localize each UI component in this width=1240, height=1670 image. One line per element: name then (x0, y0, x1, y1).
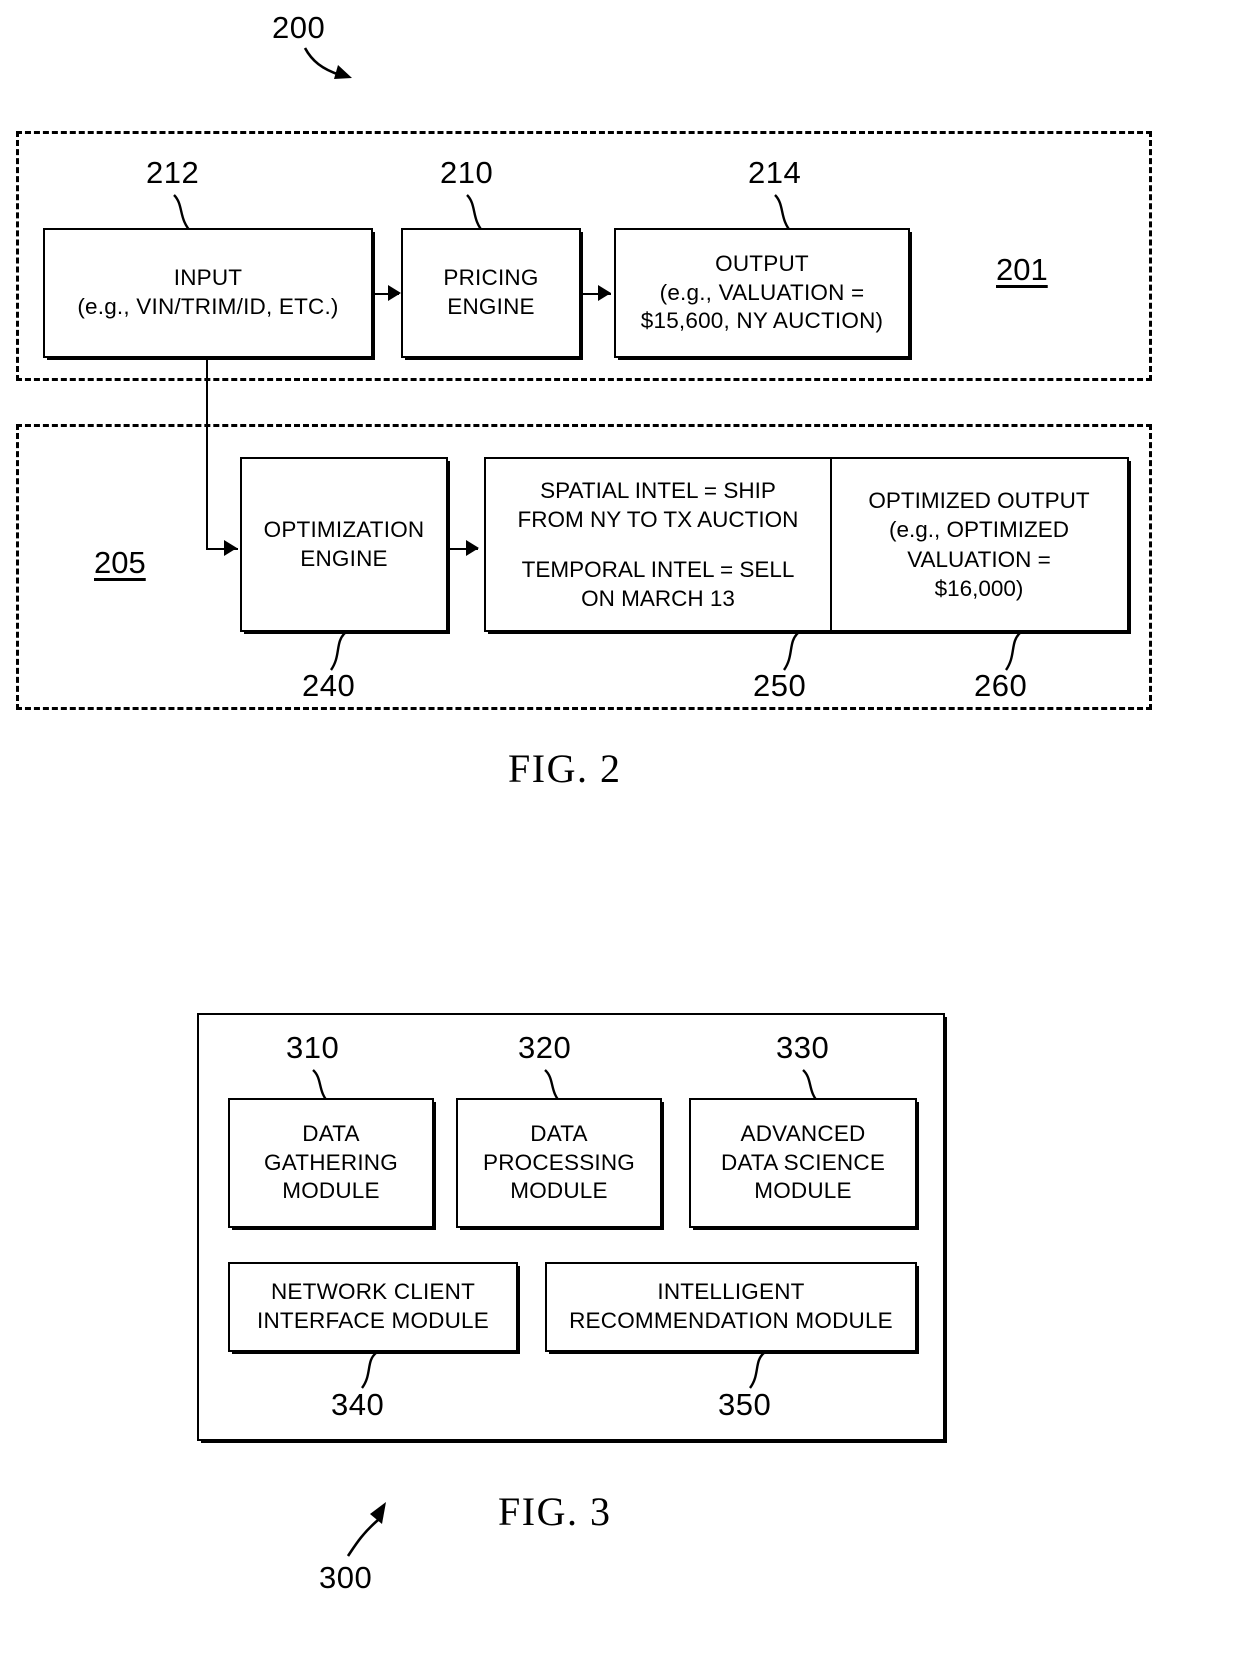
data-processing-line-3: MODULE (510, 1178, 608, 1204)
numeral-200: 200 (272, 10, 326, 45)
lead-line-350 (749, 1352, 765, 1389)
optimized-output-block[interactable]: OPTIMIZED OUTPUT (e.g., OPTIMIZED VALUAT… (832, 459, 1126, 630)
network-client-interface-line-2: INTERFACE MODULE (257, 1308, 489, 1333)
lead-line-300 (346, 1502, 386, 1557)
patent-drawing-sheet: 200 201 212 210 214 INPUT (e.g., VIN/TRI… (0, 0, 1240, 1670)
intelligent-recommendation-line-2: RECOMMENDATION MODULE (569, 1308, 893, 1333)
optimized-output-line-2: (e.g., OPTIMIZED (888, 517, 1070, 543)
intelligent-recommendation-line-1: INTELLIGENT (657, 1279, 805, 1305)
data-processing-module[interactable]: DATA PROCESSING MODULE (456, 1098, 662, 1228)
lead-line-260 (1004, 632, 1021, 671)
optimized-output-line-3: VALUATION = (907, 546, 1051, 572)
numeral-340: 340 (331, 1387, 385, 1422)
data-gathering-module[interactable]: DATA GATHERING MODULE (228, 1098, 434, 1228)
advanced-data-science-line-2: DATA SCIENCE (720, 1149, 886, 1175)
intel-and-optimized-output-block: SPATIAL INTEL = SHIP FROM NY TO TX AUCTI… (484, 457, 1129, 632)
lead-line-250 (782, 632, 799, 671)
output-block-line-2: (e.g., VALUATION = (659, 279, 865, 305)
advanced-data-science-module[interactable]: ADVANCED DATA SCIENCE MODULE (689, 1098, 917, 1228)
advanced-data-science-line-3: MODULE (754, 1178, 852, 1204)
optimization-engine-line-1: OPTIMIZATION (263, 516, 425, 542)
intel-spatial-line-1: SPATIAL INTEL = SHIP (540, 478, 776, 503)
input-block-line-2: (e.g., VIN/TRIM/ID, ETC.) (77, 294, 339, 319)
network-client-interface-module[interactable]: NETWORK CLIENT INTERFACE MODULE (228, 1262, 518, 1352)
numeral-320: 320 (518, 1030, 572, 1065)
data-gathering-line-2: GATHERING (264, 1149, 398, 1175)
numeral-201: 201 (996, 252, 1048, 287)
intelligent-recommendation-module[interactable]: INTELLIGENT RECOMMENDATION MODULE (545, 1262, 917, 1352)
numeral-260: 260 (974, 668, 1028, 703)
input-block[interactable]: INPUT (e.g., VIN/TRIM/ID, ETC.) (43, 228, 373, 358)
data-processing-line-2: PROCESSING (482, 1149, 636, 1175)
lead-line-340 (361, 1352, 377, 1389)
lead-line-200 (303, 47, 352, 79)
numeral-240: 240 (302, 668, 356, 703)
intel-temporal-line-2: ON MARCH 13 (581, 585, 735, 611)
arrowhead-optimization-to-intel (466, 540, 479, 556)
intel-temporal-line-1: TEMPORAL INTEL = SELL (521, 556, 795, 582)
numeral-210: 210 (440, 155, 494, 190)
pricing-engine-line-2: ENGINE (447, 294, 535, 319)
lead-line-240 (329, 632, 346, 671)
optimization-engine-block[interactable]: OPTIMIZATION ENGINE (240, 457, 448, 632)
numeral-214: 214 (748, 155, 802, 190)
output-block[interactable]: OUTPUT (e.g., VALUATION = $15,600, NY AU… (614, 228, 910, 358)
numeral-212: 212 (146, 155, 200, 190)
numeral-330: 330 (776, 1030, 830, 1065)
numeral-300: 300 (319, 1560, 373, 1595)
output-block-line-3: $15,600, NY AUCTION) (640, 308, 884, 334)
numeral-350: 350 (718, 1387, 772, 1422)
optimized-output-line-4: $16,000) (934, 575, 1024, 601)
intel-spatial-line-2: FROM NY TO TX AUCTION (517, 507, 799, 533)
data-processing-line-1: DATA (530, 1120, 588, 1146)
pricing-engine-line-1: PRICING (443, 265, 539, 291)
pricing-engine-block[interactable]: PRICING ENGINE (401, 228, 581, 358)
optimization-engine-line-2: ENGINE (300, 545, 388, 571)
numeral-250: 250 (753, 668, 807, 703)
data-gathering-line-3: MODULE (282, 1178, 380, 1204)
intel-block[interactable]: SPATIAL INTEL = SHIP FROM NY TO TX AUCTI… (486, 459, 832, 630)
advanced-data-science-line-1: ADVANCED (740, 1120, 866, 1146)
input-block-line-1: INPUT (173, 265, 243, 291)
network-client-interface-line-1: NETWORK CLIENT (270, 1279, 476, 1305)
arrowhead-pricing-to-output (598, 285, 611, 301)
optimized-output-line-1: OPTIMIZED OUTPUT (868, 488, 1090, 513)
figure-3-caption: FIG. 3 (498, 1489, 612, 1534)
numeral-205: 205 (94, 545, 146, 580)
output-block-line-1: OUTPUT (715, 250, 809, 276)
numeral-310: 310 (286, 1030, 340, 1065)
arrowhead-input-to-pricing (388, 285, 401, 301)
data-gathering-line-1: DATA (302, 1120, 360, 1146)
figure-2-caption: FIG. 2 (508, 746, 622, 791)
